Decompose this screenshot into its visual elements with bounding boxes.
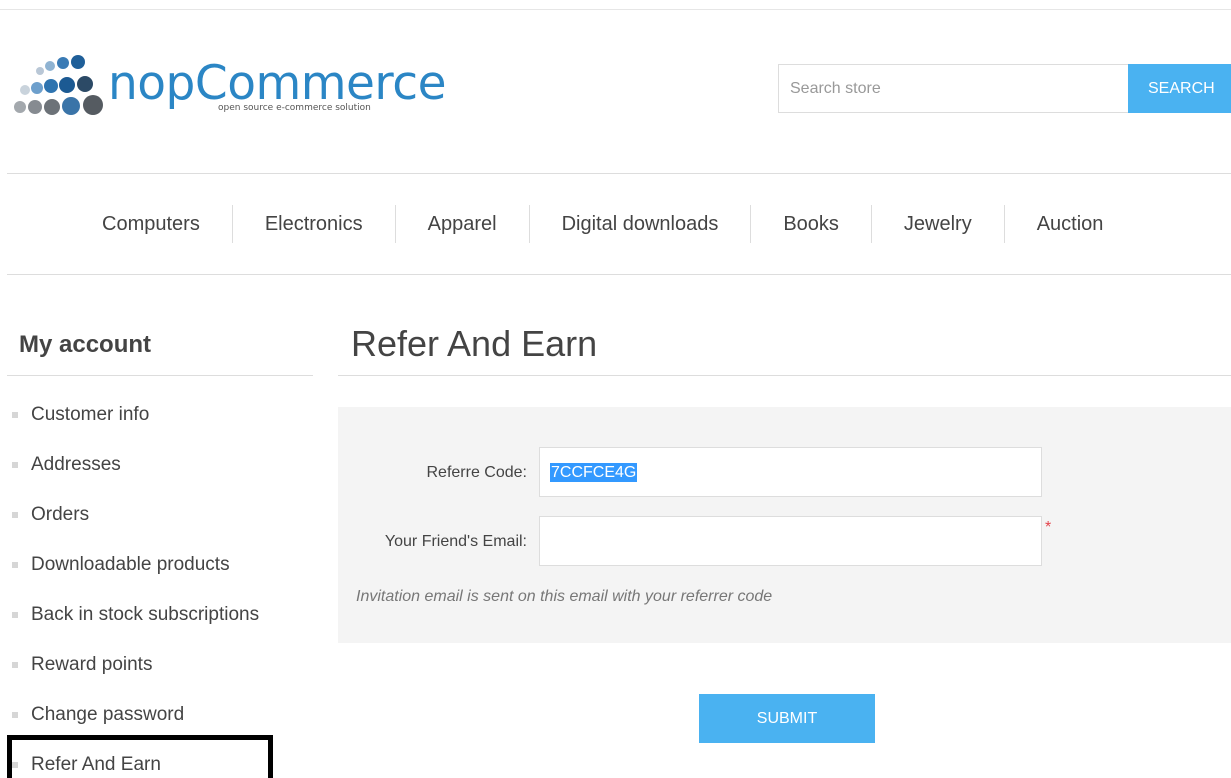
sidebar-item-label: Customer info bbox=[31, 404, 150, 425]
friend-email-field-wrapper bbox=[539, 516, 1042, 566]
sidebar-item-label: Reward points bbox=[31, 654, 153, 675]
sidebar-divider bbox=[7, 375, 313, 376]
sidebar-item-customer-info[interactable]: Customer info bbox=[12, 390, 268, 440]
friend-email-input[interactable] bbox=[540, 517, 1041, 565]
form-hint: Invitation email is sent on this email w… bbox=[356, 588, 773, 605]
search-input[interactable] bbox=[778, 64, 1129, 113]
store-logo[interactable]: nopCommerce open source e-commerce solut… bbox=[12, 54, 446, 120]
bullet-icon bbox=[12, 562, 18, 568]
sidebar-item-change-password[interactable]: Change password bbox=[12, 690, 268, 740]
bullet-icon bbox=[12, 662, 18, 668]
bullet-icon bbox=[12, 412, 18, 418]
sidebar-title: My account bbox=[19, 331, 152, 358]
page-title: Refer And Earn bbox=[351, 323, 598, 364]
nav-divider-bottom bbox=[7, 274, 1231, 275]
sidebar-item-downloadable-products[interactable]: Downloadable products bbox=[12, 540, 268, 590]
title-divider bbox=[338, 375, 1231, 376]
bullet-icon bbox=[12, 762, 18, 768]
top-menu: Computers Electronics Apparel Digital do… bbox=[70, 205, 1135, 243]
nav-item-digital-downloads[interactable]: Digital downloads bbox=[530, 205, 752, 243]
sidebar-item-label: Refer And Earn bbox=[31, 754, 161, 775]
sidebar-item-label: Addresses bbox=[31, 454, 121, 475]
sidebar-item-label: Change password bbox=[31, 704, 185, 725]
nav-item-books[interactable]: Books bbox=[751, 205, 872, 243]
referrer-code-field[interactable]: 7CCFCE4G bbox=[539, 447, 1042, 497]
referrer-code-value: 7CCFCE4G bbox=[550, 463, 638, 482]
logo-dots-icon bbox=[14, 55, 103, 115]
nav-item-auction[interactable]: Auction bbox=[1005, 205, 1136, 243]
sidebar-item-label: Back in stock subscriptions bbox=[31, 604, 260, 625]
bullet-icon bbox=[12, 512, 18, 518]
bullet-icon bbox=[12, 712, 18, 718]
nav-item-jewelry[interactable]: Jewelry bbox=[872, 205, 1005, 243]
top-divider bbox=[0, 9, 1231, 10]
logo-tagline: open source e-commerce solution bbox=[218, 103, 371, 113]
sidebar-item-label: Downloadable products bbox=[31, 554, 230, 575]
bullet-icon bbox=[12, 612, 18, 618]
referrer-code-label: Referre Code: bbox=[426, 464, 528, 481]
sidebar-item-reward-points[interactable]: Reward points bbox=[12, 640, 268, 690]
account-navigation: Customer info Addresses Orders Downloada… bbox=[7, 390, 273, 778]
search-box: SEARCH bbox=[778, 64, 1231, 113]
sidebar-item-refer-and-earn[interactable]: Refer And Earn bbox=[7, 735, 273, 778]
nav-item-apparel[interactable]: Apparel bbox=[396, 205, 530, 243]
sidebar-item-orders[interactable]: Orders bbox=[12, 490, 268, 540]
nav-item-computers[interactable]: Computers bbox=[70, 205, 233, 243]
nav-item-electronics[interactable]: Electronics bbox=[233, 205, 396, 243]
search-button[interactable]: SEARCH bbox=[1128, 64, 1231, 113]
sidebar-item-label: Orders bbox=[31, 504, 90, 525]
sidebar-item-addresses[interactable]: Addresses bbox=[12, 440, 268, 490]
submit-button[interactable]: SUBMIT bbox=[699, 694, 875, 743]
bullet-icon bbox=[12, 462, 18, 468]
required-mark: * bbox=[1045, 519, 1052, 536]
nav-divider-top bbox=[7, 173, 1231, 174]
sidebar-item-back-in-stock[interactable]: Back in stock subscriptions bbox=[12, 590, 268, 640]
friend-email-label: Your Friend's Email: bbox=[384, 533, 527, 550]
